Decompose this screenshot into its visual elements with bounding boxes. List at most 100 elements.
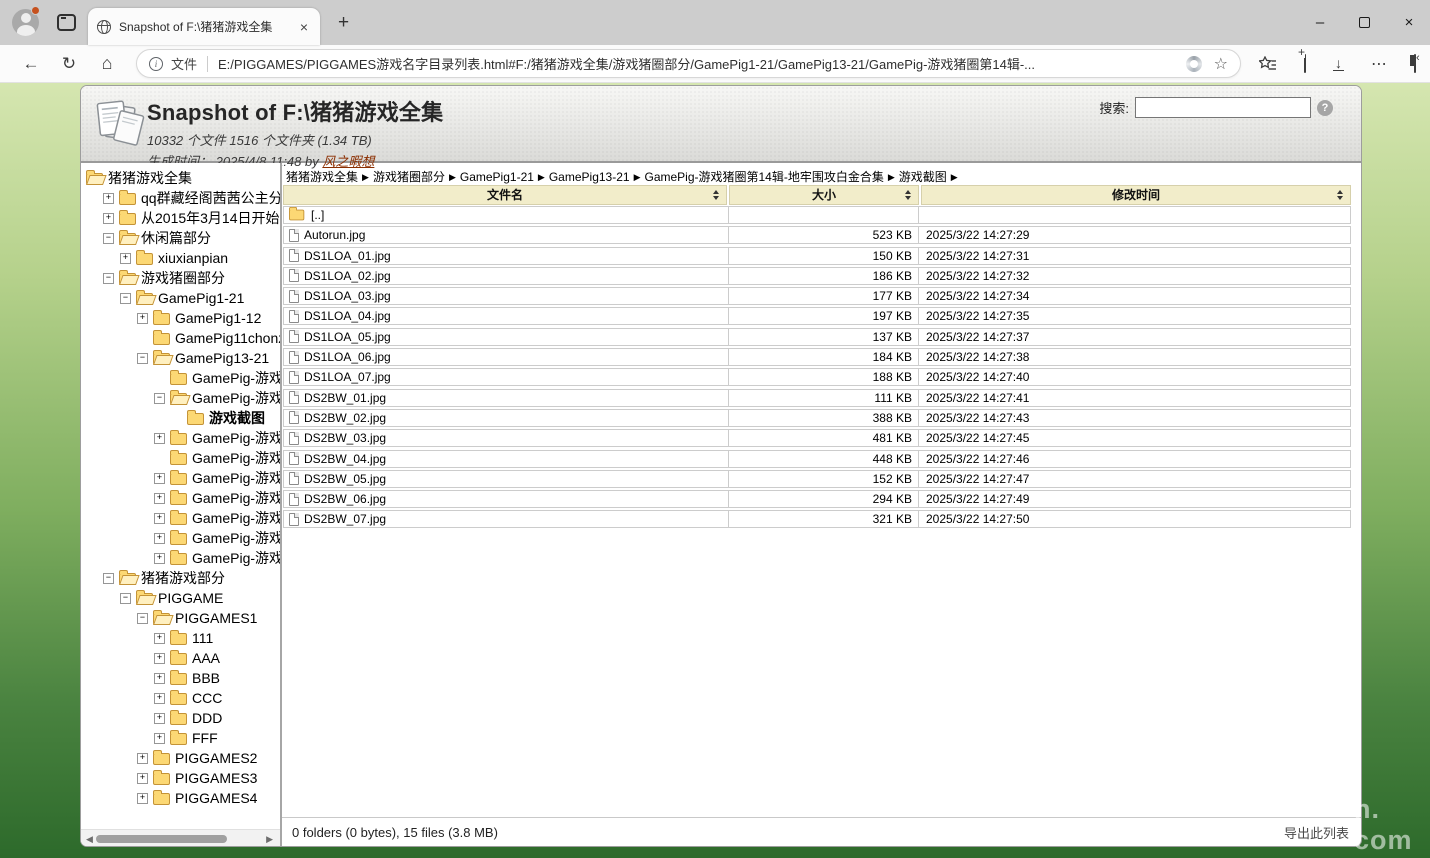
tree-item[interactable]: 猪猪游戏全集 [81,168,280,188]
tree-item[interactable]: GamePig-游戏猪圈 [81,448,280,468]
tree-item-label[interactable]: BBB [192,668,220,688]
scrollbar-thumb[interactable] [96,835,227,843]
collapse-toggle-icon[interactable]: − [103,273,114,284]
file-name[interactable]: DS2BW_01.jpg [304,390,386,406]
file-row[interactable]: DS1LOA_07.jpg188 KB2025/3/22 14:27:40 [283,368,1351,386]
page-info-icon[interactable]: i [149,57,163,71]
workspaces-icon[interactable] [57,14,76,31]
file-name-cell[interactable]: DS2BW_07.jpg [284,511,728,527]
tree-item[interactable]: − 休闲篇部分 [81,228,280,248]
tree-item-label[interactable]: xiuxianpian [158,248,228,268]
expand-toggle-icon[interactable]: + [137,313,148,324]
expand-toggle-icon[interactable]: + [154,553,165,564]
tree-item-label[interactable]: PIGGAME [158,588,223,608]
tab-close-icon[interactable]: × [297,19,311,35]
more-menu-icon[interactable]: ⋯ [1371,54,1387,74]
file-row[interactable]: DS2BW_03.jpg481 KB2025/3/22 14:27:45 [283,429,1351,447]
file-row[interactable]: DS2BW_06.jpg294 KB2025/3/22 14:27:49 [283,490,1351,508]
new-tab-button[interactable]: + [338,12,349,34]
tree-item-label[interactable]: GamePig-游戏猪圈 [192,368,282,388]
file-name-cell[interactable]: DS1LOA_05.jpg [284,329,728,345]
tree-item[interactable]: +PIGGAMES3 [81,768,280,788]
browser-tab[interactable]: Snapshot of F:\猪猪游戏全集 × [88,8,320,45]
expand-toggle-icon[interactable]: + [154,713,165,724]
expand-toggle-icon[interactable]: + [154,533,165,544]
tree-item-label[interactable]: GamePig-游戏猪圈 [192,488,282,508]
file-name-cell[interactable]: [..] [284,207,728,223]
file-row[interactable]: DS1LOA_04.jpg197 KB2025/3/22 14:27:35 [283,307,1351,325]
tree-item[interactable]: − GamePig13-21 [81,348,280,368]
file-row[interactable]: DS1LOA_06.jpg184 KB2025/3/22 14:27:38 [283,348,1351,366]
collapse-toggle-icon[interactable]: − [137,613,148,624]
tree-item[interactable]: −PIGGAME [81,588,280,608]
tree-item[interactable]: +GamePig1-12 [81,308,280,328]
tree-item[interactable]: +PIGGAMES4 [81,788,280,808]
tree-item-label[interactable]: 游戏猪圈部分 [141,268,225,288]
tree-item-label[interactable]: GamePig-游戏猪圈 [192,508,282,528]
file-name-cell[interactable]: DS1LOA_06.jpg [284,349,728,365]
breadcrumb-link[interactable]: GamePig1-21 [460,170,534,184]
url-text[interactable]: E:/PIGGAMES/PIGGAMES游戏名字目录列表.html#F:/猪猪游… [218,54,1176,73]
tree-item[interactable]: +GamePig-游戏猪圈 [81,548,280,568]
breadcrumb-link[interactable]: GamePig-游戏猪圈第14辑-地牢围攻白金合集 [644,170,883,184]
breadcrumb-link[interactable]: 游戏截图 [899,170,947,184]
file-name[interactable]: DS2BW_06.jpg [304,491,386,507]
tree-item[interactable]: + PIGGAMES2 [81,748,280,768]
file-name[interactable]: Autorun.jpg [304,227,365,243]
tree-item-label[interactable]: 从2015年3月14日开始的游戏 [141,208,282,228]
tree-item-label[interactable]: GamePig1-21 [158,288,244,308]
tree-item-label[interactable]: GamePig13-21 [175,348,269,368]
file-name[interactable]: DS2BW_02.jpg [304,410,386,426]
file-name-cell[interactable]: DS2BW_03.jpg [284,430,728,446]
tree-item-label[interactable]: PIGGAMES4 [175,788,257,808]
tree-item-label[interactable]: GamePig-游戏猪圈 [192,428,282,448]
tree-item-label[interactable]: PIGGAMES2 [175,748,257,768]
tree-item[interactable]: +AAA [81,648,280,668]
expand-toggle-icon[interactable]: + [103,213,114,224]
file-name-cell[interactable]: DS2BW_01.jpg [284,390,728,406]
window-maximize-button[interactable] [1359,17,1370,28]
file-name-cell[interactable]: DS1LOA_04.jpg [284,308,728,324]
column-header-size[interactable]: 大小 [729,185,919,205]
expand-toggle-icon[interactable]: + [137,753,148,764]
back-icon[interactable]: ← [14,54,48,74]
sort-icon[interactable] [905,190,911,200]
breadcrumb-link[interactable]: 猪猪游戏全集 [286,170,358,184]
file-name-cell[interactable]: DS1LOA_07.jpg [284,369,728,385]
tree-item-label[interactable]: GamePig-游戏猪圈 [192,528,282,548]
tree-item[interactable]: GamePig11chonzhi [81,328,280,348]
tree-item[interactable]: +DDD [81,708,280,728]
tree-item-label[interactable]: FFF [192,728,218,748]
column-header-filename[interactable]: 文件名 [283,185,727,205]
tree-item-label[interactable]: 游戏截图 [209,408,265,428]
collapse-toggle-icon[interactable]: − [103,573,114,584]
file-row[interactable]: DS2BW_07.jpg321 KB2025/3/22 14:27:50 [283,510,1351,528]
expand-toggle-icon[interactable]: + [154,633,165,644]
export-list-link[interactable]: 导出此列表 [1284,823,1349,842]
file-name[interactable]: DS1LOA_04.jpg [304,308,391,324]
tree-item[interactable]: GamePig-游戏猪圈 [81,368,280,388]
tree-item[interactable]: − PIGGAMES1 [81,608,280,628]
tree-item-label[interactable]: 休闲篇部分 [141,228,211,248]
tree-item-label[interactable]: PIGGAMES1 [175,608,257,628]
tree-item[interactable]: + GamePig-游戏猪圈 [81,508,280,528]
expand-toggle-icon[interactable]: + [154,493,165,504]
tree-item[interactable]: + GamePig-游戏猪圈 [81,488,280,508]
expand-toggle-icon[interactable]: + [154,433,165,444]
tree-item[interactable]: 游戏截图 [81,408,280,428]
window-minimize-button[interactable]: – [1313,14,1327,31]
collapse-toggle-icon[interactable]: − [137,353,148,364]
tree-item-label[interactable]: AAA [192,648,220,668]
file-row[interactable]: DS2BW_04.jpg448 KB2025/3/22 14:27:46 [283,450,1351,468]
file-row[interactable]: Autorun.jpg523 KB2025/3/22 14:27:29 [283,226,1351,244]
tree-item[interactable]: −GamePig1-21 [81,288,280,308]
collapse-toggle-icon[interactable]: − [103,233,114,244]
expand-toggle-icon[interactable]: + [154,513,165,524]
sort-icon[interactable] [1337,190,1343,200]
favorite-star-icon[interactable]: ☆ [1214,54,1228,74]
expand-toggle-icon[interactable]: + [103,193,114,204]
expand-toggle-icon[interactable]: + [137,773,148,784]
file-row[interactable]: DS2BW_05.jpg152 KB2025/3/22 14:27:47 [283,470,1351,488]
file-name-cell[interactable]: DS1LOA_02.jpg [284,268,728,284]
file-name-cell[interactable]: DS1LOA_03.jpg [284,288,728,304]
